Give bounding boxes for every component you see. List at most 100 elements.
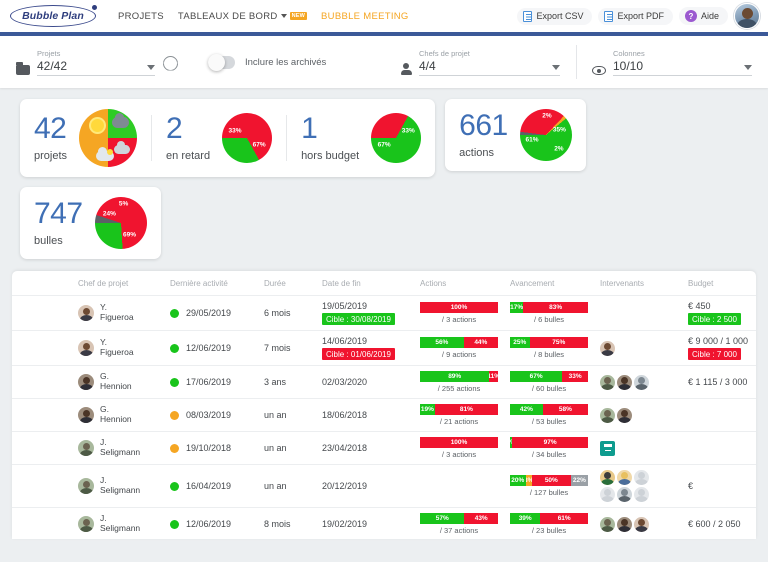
- column-header[interactable]: Actions: [416, 271, 506, 296]
- table-row[interactable]: J.Seligmann16/04/2019un an20/12/201920%8…: [12, 465, 756, 508]
- intervenant-avatar[interactable]: [600, 408, 615, 423]
- progress-segment: 22%: [571, 475, 588, 486]
- kpi-divider: [151, 115, 152, 161]
- intervenant-avatar[interactable]: [634, 517, 649, 532]
- kpi-en retard: 2en retard67%33%: [166, 113, 272, 163]
- project-name-cell[interactable]: oduit: [12, 399, 74, 432]
- intervenant-avatar[interactable]: [634, 375, 649, 390]
- include-archived-toggle[interactable]: [208, 56, 235, 69]
- chevron-down-icon[interactable]: [744, 65, 752, 70]
- chef-name: J.Seligmann: [100, 438, 140, 458]
- nav-item-tableaux-de-bord[interactable]: TABLEAUX DE BORDNEW: [178, 11, 307, 22]
- activity-date: 29/05/2019: [186, 308, 231, 318]
- chef-name: G.Hennion: [100, 405, 132, 425]
- project-name-cell[interactable]: [12, 296, 74, 331]
- column-header[interactable]: Avancement: [506, 271, 596, 296]
- nav-item-bubble-meeting[interactable]: BUBBLE MEETING: [321, 11, 409, 22]
- progress-segment: 50%: [532, 475, 571, 486]
- table-row[interactable]: Y.Figueroa12/06/20197 mois14/06/2019Cibl…: [12, 331, 756, 366]
- intervenant-avatar[interactable]: [600, 487, 615, 502]
- flag-icon[interactable]: [600, 441, 615, 456]
- export-pdf-label: Export PDF: [617, 11, 664, 21]
- bubble-plan-logo[interactable]: Bubble Plan: [10, 5, 96, 27]
- chef-de-projet-cell: J.Seligmann: [74, 508, 166, 540]
- activity-date: 12/06/2019: [186, 519, 231, 529]
- export-csv-button[interactable]: Export CSV: [517, 8, 592, 25]
- budget-value: € 9 000 / 1 000: [688, 336, 756, 346]
- intervenant-avatar[interactable]: [600, 470, 615, 485]
- chef-name: Y.Figueroa: [100, 303, 134, 323]
- help-button[interactable]: ? Aide: [679, 7, 728, 25]
- budget-cible-badge: Cible : 7 000: [688, 348, 741, 360]
- column-header[interactable]: Dernière activité: [166, 271, 260, 296]
- nav-item-projets[interactable]: PROJETS: [118, 11, 164, 22]
- kpi-number: 2: [166, 114, 210, 144]
- intervenant-avatar[interactable]: [600, 341, 615, 356]
- nav-item-label: PROJETS: [118, 11, 164, 22]
- progress-bar: 17%83%: [510, 302, 588, 313]
- chef-de-projet-cell: J.Seligmann: [74, 432, 166, 465]
- date-de-fin-cell: 02/03/2020: [318, 366, 416, 399]
- column-header[interactable]: Date de fin: [318, 271, 416, 296]
- intervenant-avatar[interactable]: [600, 375, 615, 390]
- activity-date: 16/04/2019: [186, 481, 231, 491]
- actions-cell: 100%/ 3 actions: [416, 432, 506, 465]
- intervenant-avatar[interactable]: [617, 517, 632, 532]
- filter-colonnes[interactable]: Colonnes 10/10: [576, 36, 768, 88]
- intervenant-avatar[interactable]: [617, 408, 632, 423]
- intervenant-avatar[interactable]: [634, 470, 649, 485]
- intervenant-avatar[interactable]: [634, 487, 649, 502]
- filter-colonnes-label: Colonnes: [613, 49, 752, 58]
- project-name-cell[interactable]: [12, 508, 74, 540]
- pie-slice-label: 24%: [103, 210, 116, 217]
- status-dot-icon: [170, 444, 179, 453]
- status-dot-icon: [170, 482, 179, 491]
- avatar: [78, 305, 94, 321]
- cible-badge: Cible : 01/06/2019: [322, 348, 395, 360]
- date-de-fin-cell: 18/06/2018: [318, 399, 416, 432]
- cloud-r-icon: [114, 145, 130, 154]
- intervenant-avatar[interactable]: [617, 487, 632, 502]
- table-row[interactable]: J.Seligmann12/06/20198 mois19/02/201957%…: [12, 508, 756, 540]
- chevron-down-icon[interactable]: [281, 14, 287, 18]
- chevron-down-icon[interactable]: [147, 65, 155, 70]
- project-name-cell[interactable]: [12, 465, 74, 508]
- export-pdf-button[interactable]: Export PDF: [598, 8, 673, 25]
- avancement-bar: 25%75%/ 8 bulles: [510, 337, 588, 359]
- actions-bar: 56%44%/ 9 actions: [420, 337, 498, 359]
- kpi-pie-chart: 67%33%: [222, 113, 272, 163]
- project-name-cell[interactable]: [12, 331, 74, 366]
- logo-text: Bubble Plan: [22, 10, 84, 22]
- filter-archives[interactable]: Inclure les archivés: [192, 36, 384, 88]
- column-header[interactable]: Intervenants: [596, 271, 684, 296]
- refresh-icon[interactable]: [163, 56, 176, 69]
- kpi-card-group: 42projets2en retard67%33%1hors budget33%…: [20, 99, 435, 177]
- intervenant-avatar[interactable]: [600, 517, 615, 532]
- progress-sub-label: / 3 actions: [420, 450, 498, 459]
- intervenant-avatar[interactable]: [617, 375, 632, 390]
- table-row[interactable]: oduitG.Hennion08/03/2019un an18/06/20181…: [12, 399, 756, 432]
- chef-de-projet-cell: Y.Figueroa: [74, 296, 166, 331]
- project-name-link[interactable]: ng: [12, 377, 70, 388]
- main-nav: PROJETS TABLEAUX DE BORDNEW BUBBLE MEETING: [118, 11, 409, 22]
- avancement-bar: 67%33%/ 60 bulles: [510, 371, 588, 393]
- user-avatar[interactable]: [734, 3, 760, 29]
- project-name-cell[interactable]: ng: [12, 366, 74, 399]
- column-header[interactable]: [12, 271, 74, 296]
- table-row[interactable]: Y.Figueroa29/05/20196 mois19/05/2019Cibl…: [12, 296, 756, 331]
- column-header[interactable]: Chef de projet: [74, 271, 166, 296]
- column-header[interactable]: Budget: [684, 271, 756, 296]
- filter-projets[interactable]: Projets 42/42: [0, 36, 192, 88]
- intervenant-avatar[interactable]: [617, 470, 632, 485]
- column-header[interactable]: Durée: [260, 271, 318, 296]
- chevron-down-icon[interactable]: [552, 65, 560, 70]
- project-name-cell[interactable]: [12, 432, 74, 465]
- project-name-link[interactable]: oduit: [12, 410, 70, 421]
- projects-table-container[interactable]: Chef de projetDernière activitéDuréeDate…: [12, 271, 756, 539]
- filter-chefs[interactable]: Chefs de projet 4/4: [384, 36, 576, 88]
- table-row[interactable]: ngG.Hennion17/06/20193 ans02/03/202089%1…: [12, 366, 756, 399]
- top-navigation-bar: Bubble Plan PROJETS TABLEAUX DE BORDNEW BU…: [0, 0, 768, 32]
- duree-cell: un an: [260, 432, 318, 465]
- table-row[interactable]: J.Seligmann19/10/2018un an23/04/2018100%…: [12, 432, 756, 465]
- chef-last: Figueroa: [100, 348, 134, 358]
